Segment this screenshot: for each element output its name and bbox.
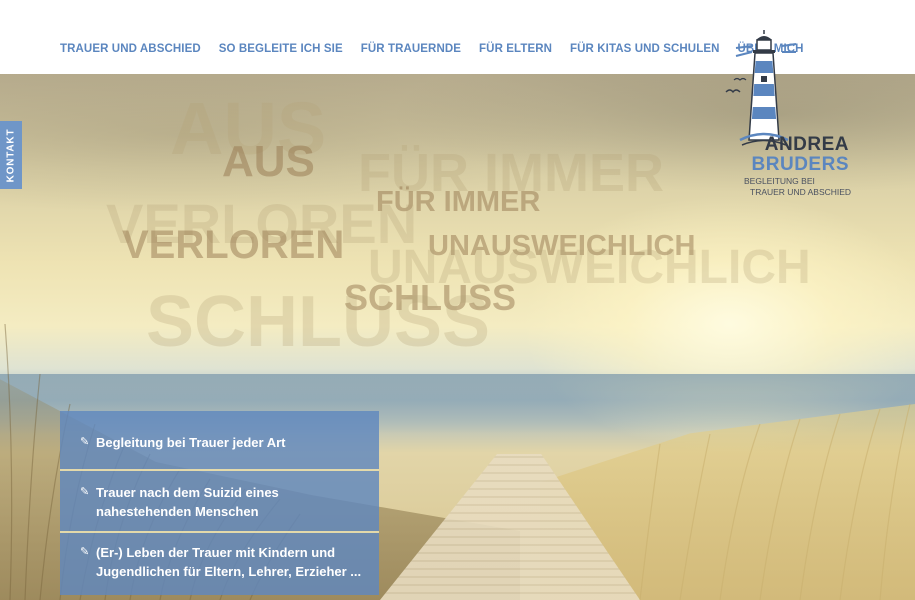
logo-last-name: BRUDERS bbox=[751, 154, 849, 175]
logo-wordmark: ANDREA BRUDERS bbox=[744, 135, 849, 174]
feature-list: ✎ Begleitung bei Trauer jeder Art ✎ Trau… bbox=[60, 411, 379, 595]
site-logo[interactable]: ANDREA BRUDERS BEGLEITUNG BEI TRAUER UND… bbox=[724, 28, 859, 203]
logo-tagline: BEGLEITUNG BEI TRAUER UND ABSCHIED bbox=[744, 176, 851, 197]
feature-item-text: (Er-) Leben der Trauer mit Kindern und J… bbox=[96, 545, 362, 579]
lighthouse-icon bbox=[725, 30, 797, 146]
feature-item-kinder-jugendliche[interactable]: ✎ (Er-) Leben der Trauer mit Kindern und… bbox=[60, 533, 379, 595]
nav-item-fuer-eltern[interactable]: FÜR ELTERN bbox=[479, 43, 552, 55]
logo-first-name: ANDREA bbox=[764, 134, 849, 155]
feature-item-text: Trauer nach dem Suizid eines nahestehend… bbox=[96, 485, 279, 519]
hero-word-schluss-large: SCHLUSS bbox=[146, 282, 491, 362]
feature-item-trauer-jeder-art[interactable]: ✎ Begleitung bei Trauer jeder Art bbox=[60, 411, 379, 471]
feature-item-text: Begleitung bei Trauer jeder Art bbox=[96, 435, 286, 450]
main-nav: TRAUER UND ABSCHIED SO BEGLEITE ICH SIE … bbox=[60, 43, 804, 55]
nav-item-fuer-kitas-und-schulen[interactable]: FÜR KITAS UND SCHULEN bbox=[570, 43, 719, 55]
nav-item-trauer-und-abschied[interactable]: TRAUER UND ABSCHIED bbox=[60, 43, 201, 55]
pencil-icon: ✎ bbox=[80, 546, 90, 558]
contact-tab[interactable]: KONTAKT bbox=[0, 121, 22, 189]
contact-tab-label: KONTAKT bbox=[5, 128, 17, 182]
nav-item-fuer-trauernde[interactable]: FÜR TRAUERNDE bbox=[361, 43, 461, 55]
feature-item-suizid[interactable]: ✎ Trauer nach dem Suizid eines nahestehe… bbox=[60, 471, 379, 533]
hero-word-verloren: VERLOREN bbox=[122, 223, 345, 267]
pencil-icon: ✎ bbox=[80, 436, 90, 448]
logo-tagline-line-2: TRAUER UND ABSCHIED bbox=[750, 186, 852, 197]
nav-item-so-begleite-ich-sie[interactable]: SO BEGLEITE ICH SIE bbox=[219, 43, 343, 55]
logo-tagline-line-1: BEGLEITUNG BEI bbox=[744, 176, 815, 186]
hero-word-aus: AUS bbox=[222, 137, 315, 186]
pencil-icon: ✎ bbox=[80, 486, 90, 498]
